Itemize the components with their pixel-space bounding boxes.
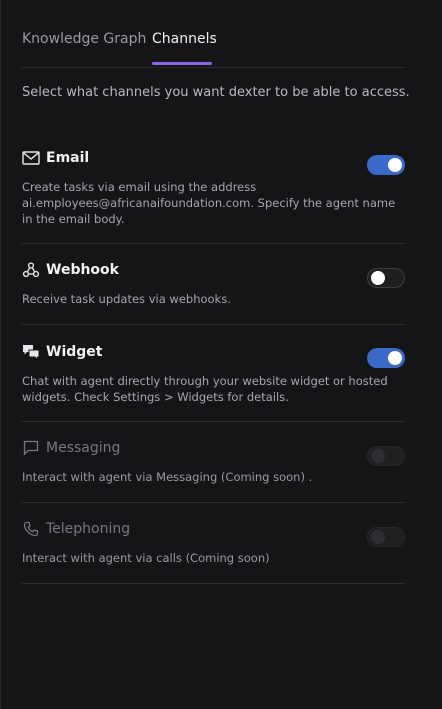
chat-bubbles-icon	[22, 343, 40, 361]
webhook-toggle[interactable]	[367, 268, 405, 288]
toggle-knob	[371, 449, 385, 463]
channel-telephoning-header: Telephoning	[22, 519, 130, 539]
channels-panel: Knowledge Graph Channels Select what cha…	[0, 0, 442, 709]
email-toggle[interactable]	[367, 155, 405, 175]
tab-knowledge-graph[interactable]: Knowledge Graph	[22, 31, 146, 47]
mail-icon	[22, 149, 40, 167]
active-tab-indicator	[152, 62, 212, 65]
channels-intro-text: Select what channels you want dexter to …	[22, 85, 410, 100]
tab-channels[interactable]: Channels	[152, 31, 217, 47]
channel-email: Email Create tasks via email using the a…	[22, 146, 405, 244]
channel-telephoning-description: Interact with agent via calls (Coming so…	[22, 551, 270, 565]
channel-webhook-header: Webhook	[22, 260, 119, 280]
widget-toggle[interactable]	[367, 348, 405, 368]
channel-telephoning: Telephoning Interact with agent via call…	[22, 518, 405, 584]
channel-widget-description: Chat with agent directly through your we…	[22, 374, 388, 404]
tab-bar: Knowledge Graph Channels	[22, 0, 404, 68]
channel-widget: Widget Chat with agent directly through …	[22, 340, 405, 422]
channel-email-title: Email	[46, 150, 90, 166]
channel-email-header: Email	[22, 148, 89, 168]
channel-widget-title: Widget	[46, 344, 103, 360]
channel-messaging: Messaging Interact with agent via Messag…	[22, 437, 405, 503]
channel-widget-header: Widget	[22, 342, 102, 362]
webhook-icon	[22, 261, 40, 279]
channel-messaging-title: Messaging	[46, 440, 121, 456]
toggle-knob	[388, 158, 402, 172]
messaging-toggle	[367, 446, 405, 466]
toggle-knob	[388, 351, 402, 365]
channel-messaging-header: Messaging	[22, 438, 120, 458]
channel-telephoning-title: Telephoning	[46, 521, 131, 537]
message-icon	[22, 439, 40, 457]
channel-webhook: Webhook Receive task updates via webhook…	[22, 259, 405, 325]
telephoning-toggle	[367, 527, 405, 547]
channel-email-description: Create tasks via email using the address…	[22, 180, 396, 226]
toggle-knob	[371, 271, 385, 285]
channel-webhook-description: Receive task updates via webhooks.	[22, 292, 231, 306]
channel-webhook-title: Webhook	[46, 262, 119, 278]
channel-messaging-description: Interact with agent via Messaging (Comin…	[22, 470, 313, 484]
toggle-knob	[371, 530, 385, 544]
phone-icon	[22, 520, 40, 538]
